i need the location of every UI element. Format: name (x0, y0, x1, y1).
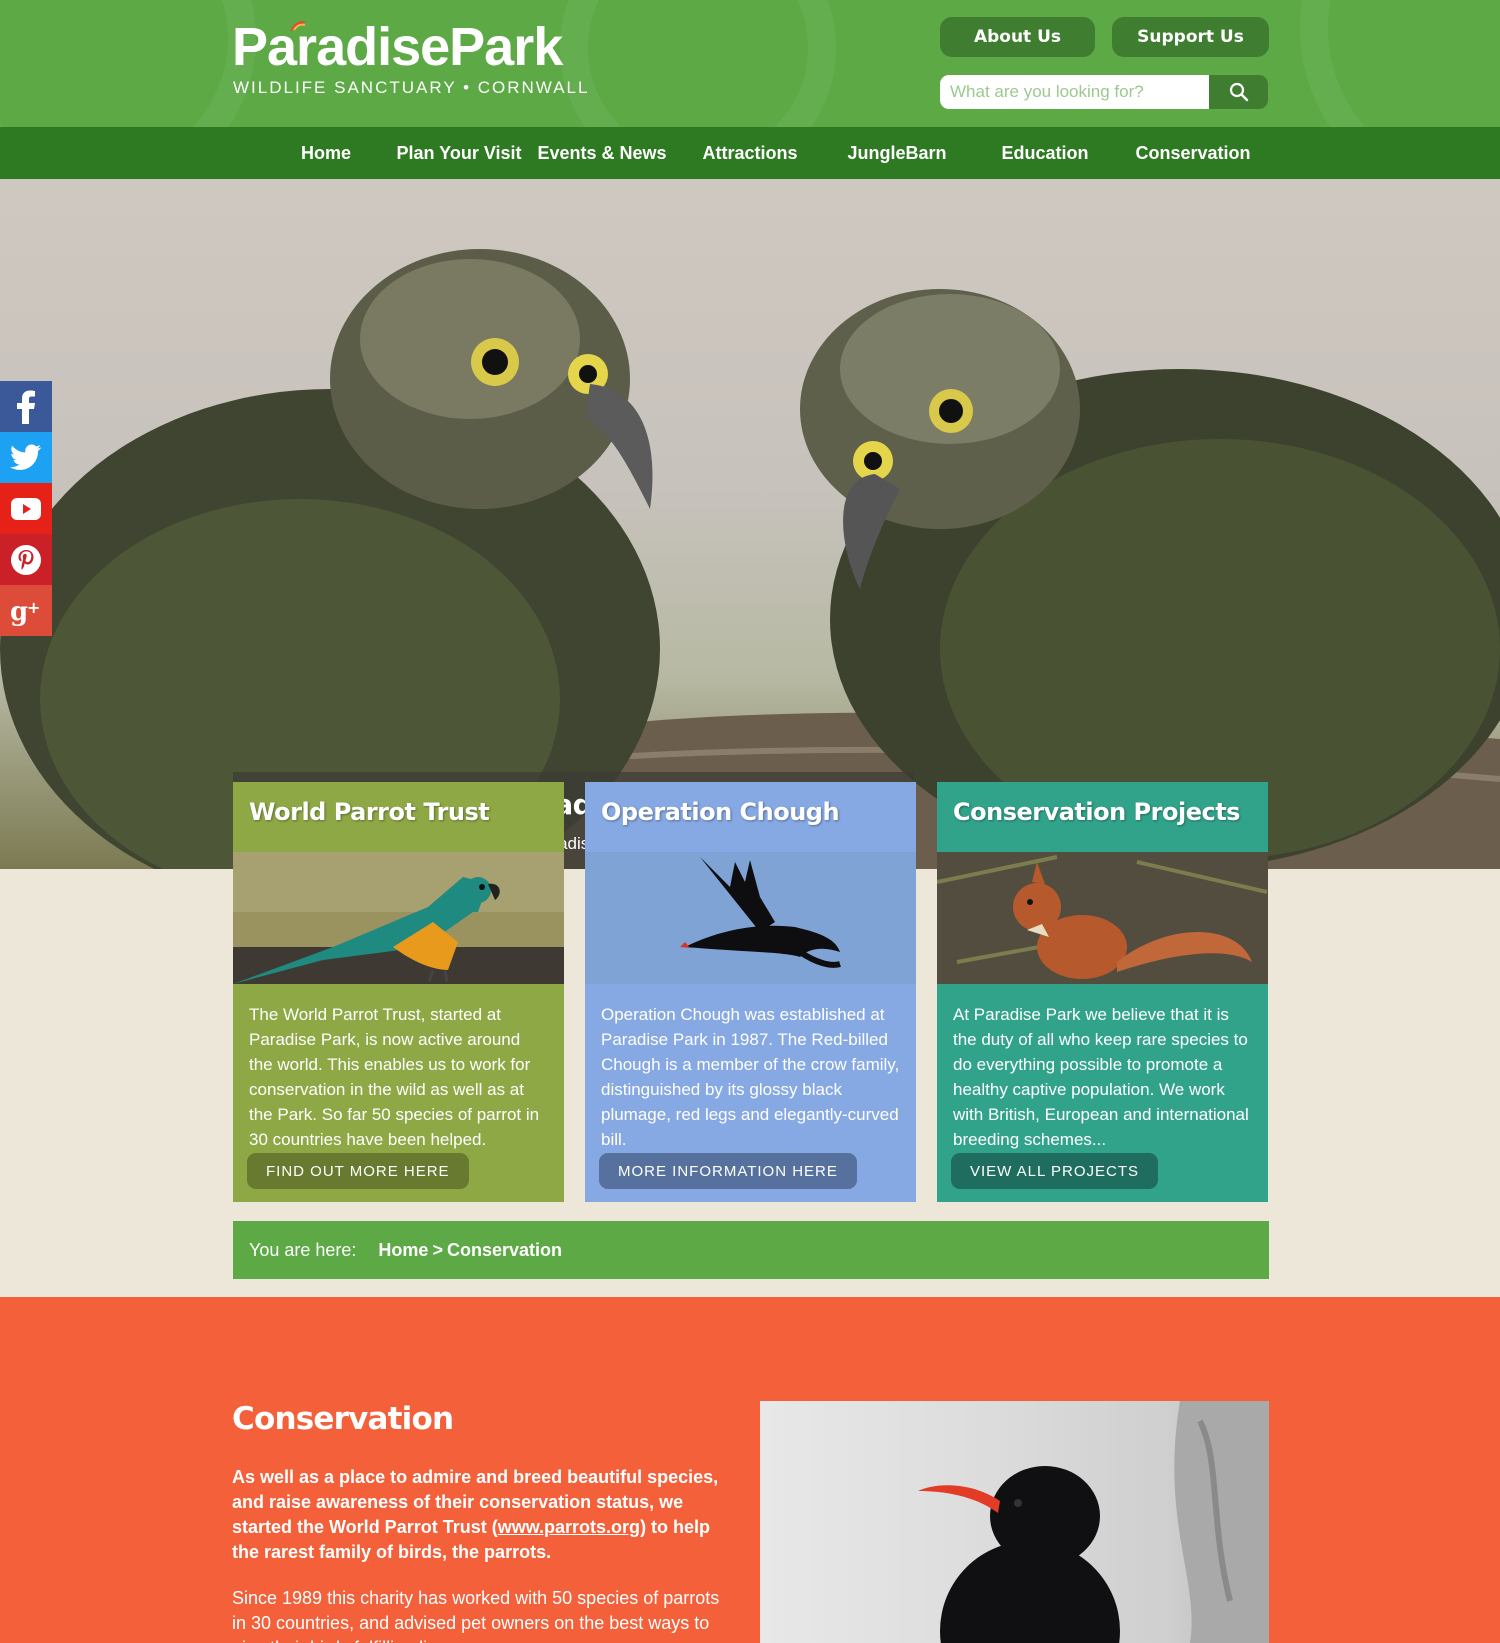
main-nav: Home Plan Your Visit Events & News Attra… (0, 127, 1500, 179)
card-title: World Parrot Trust (233, 782, 564, 852)
google-plus-icon: g + (10, 597, 40, 626)
card-world-parrot-trust: World Parrot Trust The World Parrot Trus… (233, 782, 564, 1202)
about-us-button[interactable]: About Us (940, 17, 1095, 57)
youtube-link[interactable] (0, 483, 52, 534)
pinterest-icon (11, 544, 41, 575)
find-out-more-button[interactable]: FIND OUT MORE HERE (247, 1153, 469, 1189)
card-conservation-projects: Conservation Projects At Paradise Park w… (937, 782, 1268, 1202)
macaw-illustration (233, 852, 564, 984)
card-text: At Paradise Park we believe that it is t… (953, 1005, 1249, 1149)
logo-feather-icon (290, 21, 306, 32)
card-text: The World Parrot Trust, started at Parad… (249, 1005, 540, 1149)
section-lead: As well as a place to admire and breed b… (232, 1465, 722, 1565)
macaw-image (233, 852, 564, 984)
nav-item-junglebarn[interactable]: JungleBarn (828, 127, 966, 179)
chough-portrait-illustration (918, 1401, 1269, 1643)
facebook-icon (17, 390, 35, 424)
header-decoration (0, 0, 256, 127)
nav-item-education[interactable]: Education (976, 127, 1114, 179)
hero-banner: Conservation at Paradise Park In recent … (0, 179, 1500, 869)
nav-item-home[interactable]: Home (257, 127, 395, 179)
breadcrumb-current: Conservation (446, 1239, 562, 1260)
card-title: Operation Chough (585, 782, 916, 852)
chough-photo (760, 1401, 1269, 1643)
svg-text:+: + (27, 598, 40, 617)
card-title: Conservation Projects (937, 782, 1268, 852)
nav-item-plan-your-visit[interactable]: Plan Your Visit (390, 127, 528, 179)
breadcrumb-separator: > (432, 1239, 443, 1260)
facebook-link[interactable] (0, 381, 52, 432)
hero-kea-parrots-image (0, 249, 1500, 869)
chough-flight-image (585, 852, 916, 984)
search-button[interactable] (1209, 75, 1268, 109)
card-operation-chough: Operation Chough Operation Chough was es… (585, 782, 916, 1202)
header-decoration (1300, 0, 1500, 127)
nav-item-conservation[interactable]: Conservation (1124, 127, 1262, 179)
search-input[interactable] (940, 75, 1209, 109)
svg-text:g: g (10, 597, 28, 626)
conservation-section: Conservation As well as a place to admir… (0, 1297, 1500, 1643)
twitter-link[interactable] (0, 432, 52, 483)
pinterest-link[interactable] (0, 534, 52, 585)
parrots-org-link[interactable]: www.parrots.org (498, 1517, 640, 1537)
logo-wordmark[interactable]: ParadisePark (232, 16, 563, 78)
nav-item-attractions[interactable]: Attractions (681, 127, 819, 179)
red-squirrel-illustration (937, 852, 1268, 984)
card-text: Operation Chough was established at Para… (601, 1005, 900, 1149)
breadcrumb-home-link[interactable]: Home (378, 1240, 428, 1261)
header-decoration (560, 0, 836, 127)
more-information-button[interactable]: MORE INFORMATION HERE (599, 1153, 857, 1189)
section-body: Since 1989 this charity has worked with … (232, 1588, 720, 1643)
red-squirrel-image (937, 852, 1268, 984)
breadcrumb-prefix: You are here: (249, 1239, 357, 1260)
google-plus-link[interactable]: g + (0, 585, 52, 636)
view-all-projects-button[interactable]: VIEW ALL PROJECTS (951, 1153, 1158, 1189)
site-header: ParadisePark WILDLIFE SANCTUARY • CORNWA… (0, 0, 1500, 127)
youtube-icon (11, 497, 41, 520)
twitter-icon (10, 444, 42, 470)
logo-tagline: WILDLIFE SANCTUARY • CORNWALL (233, 78, 590, 97)
section-title: Conservation (232, 1401, 454, 1437)
nav-item-events-news[interactable]: Events & News (533, 127, 671, 179)
support-us-button[interactable]: Support Us (1112, 17, 1269, 57)
search-icon (1229, 82, 1248, 102)
chough-flight-illustration (585, 852, 916, 984)
breadcrumb: You are here: Home > Conservation (233, 1221, 1269, 1279)
